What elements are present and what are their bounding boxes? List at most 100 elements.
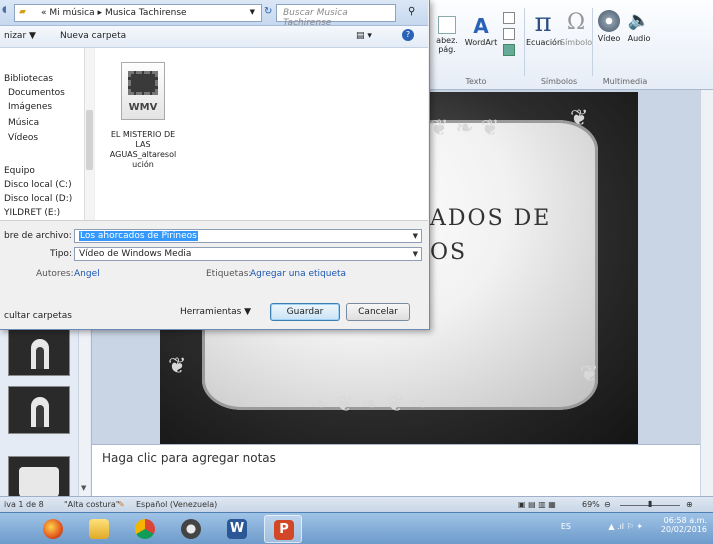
cancel-button[interactable]: Cancelar — [346, 303, 410, 321]
slide-thumbnail[interactable] — [8, 328, 70, 376]
wmv-file-icon[interactable]: WMV — [121, 62, 165, 120]
ornament-icon: ❦ — [570, 106, 589, 131]
folder-icon — [89, 519, 109, 539]
taskbar-media-player[interactable] — [172, 515, 210, 543]
audio-button[interactable]: 🔈 Audio — [624, 10, 654, 43]
help-icon[interactable]: ? — [402, 29, 414, 41]
nav-music[interactable]: Música — [4, 118, 39, 128]
clock[interactable]: 06:58 a.m. 20/02/2016 — [647, 516, 707, 534]
zoom-in-icon[interactable]: ⊕ — [686, 500, 693, 509]
save-button[interactable]: Guardar — [270, 303, 340, 321]
slide-thumbnail[interactable] — [8, 386, 70, 434]
view-options-icon[interactable]: ▤ ▾ — [356, 31, 372, 41]
symbol-button[interactable]: Ω Símbolo — [560, 10, 592, 47]
status-bar: iva 1 de 8 "Alta costura" ✎ Español (Ven… — [0, 496, 713, 512]
firefox-icon — [43, 519, 63, 539]
tags-link[interactable]: Agregar una etiqueta — [250, 269, 346, 279]
language-indicator[interactable]: ES — [561, 522, 571, 531]
navigation-pane: Bibliotecas Documentos Imágenes Música V… — [0, 48, 94, 220]
date-icon — [503, 12, 515, 24]
scroll-down-icon[interactable]: ▼ — [81, 484, 86, 492]
file-type-select[interactable]: Vídeo de Windows Media ▼ — [74, 247, 422, 261]
powerpoint-icon: P — [274, 520, 294, 540]
chevron-down-icon[interactable]: ▼ — [413, 250, 418, 258]
ornament-icon: ❦ ❧ ❦ — [430, 116, 500, 141]
tags-label: Etiquetas: — [206, 269, 252, 279]
taskbar-explorer[interactable] — [80, 515, 118, 543]
video-button[interactable]: Vídeo — [594, 10, 624, 43]
authors-value[interactable]: Angel — [74, 269, 100, 279]
taskbar-firefox[interactable] — [34, 515, 72, 543]
nav-computer[interactable]: Equipo — [4, 166, 35, 176]
nav-drive-d[interactable]: Disco local (D:) — [4, 194, 72, 204]
back-icon[interactable]: ◖ — [2, 5, 7, 15]
ornament-icon: ❦ — [580, 362, 599, 387]
language-status[interactable]: Español (Venezuela) — [136, 500, 217, 509]
ornament-icon: ❧ ❦ ❧ ❦ ❧ — [310, 392, 431, 417]
ribbon-separator — [592, 8, 593, 76]
chevron-down-icon[interactable]: ▼ — [250, 8, 255, 16]
search-input[interactable]: Buscar Musica Tachirense — [276, 4, 396, 28]
nav-images[interactable]: Imágenes — [4, 102, 52, 112]
ribbon-group-simbolos: π Ecuación Ω Símbolo Símbolos — [526, 8, 593, 86]
nav-scrollbar[interactable] — [84, 48, 94, 220]
filename-field[interactable]: Los ahorcados de Pirineos ▼ — [74, 229, 422, 243]
file-name[interactable]: EL MISTERIO DE LAS AGUAS_altaresol ución — [105, 130, 181, 170]
taskbar-word[interactable]: W — [218, 515, 256, 543]
object-icon — [503, 44, 515, 56]
taskbar-chrome[interactable] — [126, 515, 164, 543]
tray-icons[interactable]: ▲ .ıl ⚐ ✦ — [583, 522, 643, 531]
refresh-icon[interactable]: ↻ — [264, 6, 272, 17]
wordart-button[interactable]: A WordArt — [464, 16, 498, 47]
nav-videos[interactable]: Vídeos — [4, 133, 38, 143]
save-as-dialog: ◖ ▰ « Mi música ▸ Musica Tachirense ▼ ↻ … — [0, 0, 430, 330]
nav-scroll-thumb[interactable] — [86, 110, 93, 170]
command-bar: nizar ▼ Nueva carpeta ▤ ▾ ? — [0, 26, 428, 48]
notes-pane[interactable]: Haga clic para agregar notas — [92, 444, 700, 496]
omega-icon: Ω — [566, 10, 586, 35]
nav-documents[interactable]: Documentos — [4, 88, 65, 98]
zoom-slider-thumb[interactable]: ▮ — [648, 499, 652, 508]
wordart-icon: A — [473, 14, 489, 38]
text-misc-buttons[interactable] — [500, 12, 518, 58]
nav-drive-e[interactable]: YILDRET (E:) — [4, 208, 60, 218]
zoom-level[interactable]: 69% — [582, 500, 600, 509]
breadcrumb[interactable]: ▰ « Mi música ▸ Musica Tachirense ▼ — [14, 4, 262, 22]
taskbar: W P ES ▲ .ıl ⚐ ✦ 06:58 a.m. 20/02/2016 — [0, 512, 713, 544]
nav-drive-c[interactable]: Disco local (C:) — [4, 180, 72, 190]
ribbon-group-texto: abez. pág. A WordArt Texto — [430, 6, 522, 88]
hide-folders-toggle[interactable]: cultar carpetas — [4, 311, 72, 321]
header-footer-icon — [438, 16, 456, 34]
header-footer-button[interactable]: abez. pág. — [432, 16, 462, 54]
chevron-down-icon[interactable]: ▼ — [413, 232, 418, 240]
breadcrumb-music[interactable]: Mi música — [49, 8, 94, 18]
notes-placeholder: Haga clic para agregar notas — [102, 451, 276, 465]
address-bar: ◖ ▰ « Mi música ▸ Musica Tachirense ▼ ↻ … — [0, 0, 428, 28]
word-icon: W — [227, 519, 247, 539]
film-icon — [128, 71, 158, 95]
folder-icon: ▰ — [19, 7, 26, 17]
new-folder-button[interactable]: Nueva carpeta — [60, 31, 126, 41]
search-icon[interactable]: ⚲ — [408, 6, 415, 17]
speaker-icon: 🔈 — [627, 10, 651, 31]
theme-name: "Alta costura" — [64, 500, 120, 509]
ribbon-group-multimedia: Vídeo 🔈 Audio Multimedia — [594, 6, 656, 88]
organize-button[interactable]: nizar ▼ — [4, 31, 36, 41]
taskbar-powerpoint[interactable]: P — [264, 515, 302, 543]
editor-scrollbar[interactable] — [700, 90, 713, 496]
system-tray: ES ▲ .ıl ⚐ ✦ 06:58 a.m. 20/02/2016 — [561, 516, 707, 534]
file-list: WMV EL MISTERIO DE LAS AGUAS_altaresol u… — [95, 48, 428, 220]
ornament-icon: ❦ — [168, 354, 187, 379]
spellcheck-icon[interactable]: ✎ — [118, 500, 125, 509]
save-form: bre de archivo: Los ahorcados de Pirineo… — [0, 220, 428, 328]
filename-label: bre de archivo: — [4, 231, 72, 241]
chrome-icon — [135, 519, 155, 539]
breadcrumb-subfolder[interactable]: Musica Tachirense — [105, 8, 187, 18]
tools-button[interactable]: Herramientas ▼ — [180, 307, 251, 317]
pi-icon: π — [534, 8, 552, 38]
zoom-out-icon[interactable]: ⊖ — [604, 500, 611, 509]
view-buttons[interactable]: ▣ ▤ ▥ ▦ — [518, 500, 556, 509]
equation-button[interactable]: π Ecuación — [526, 8, 562, 47]
nav-libraries[interactable]: Bibliotecas — [4, 74, 53, 84]
slide-title[interactable]: ADOS DE OS — [430, 202, 551, 270]
